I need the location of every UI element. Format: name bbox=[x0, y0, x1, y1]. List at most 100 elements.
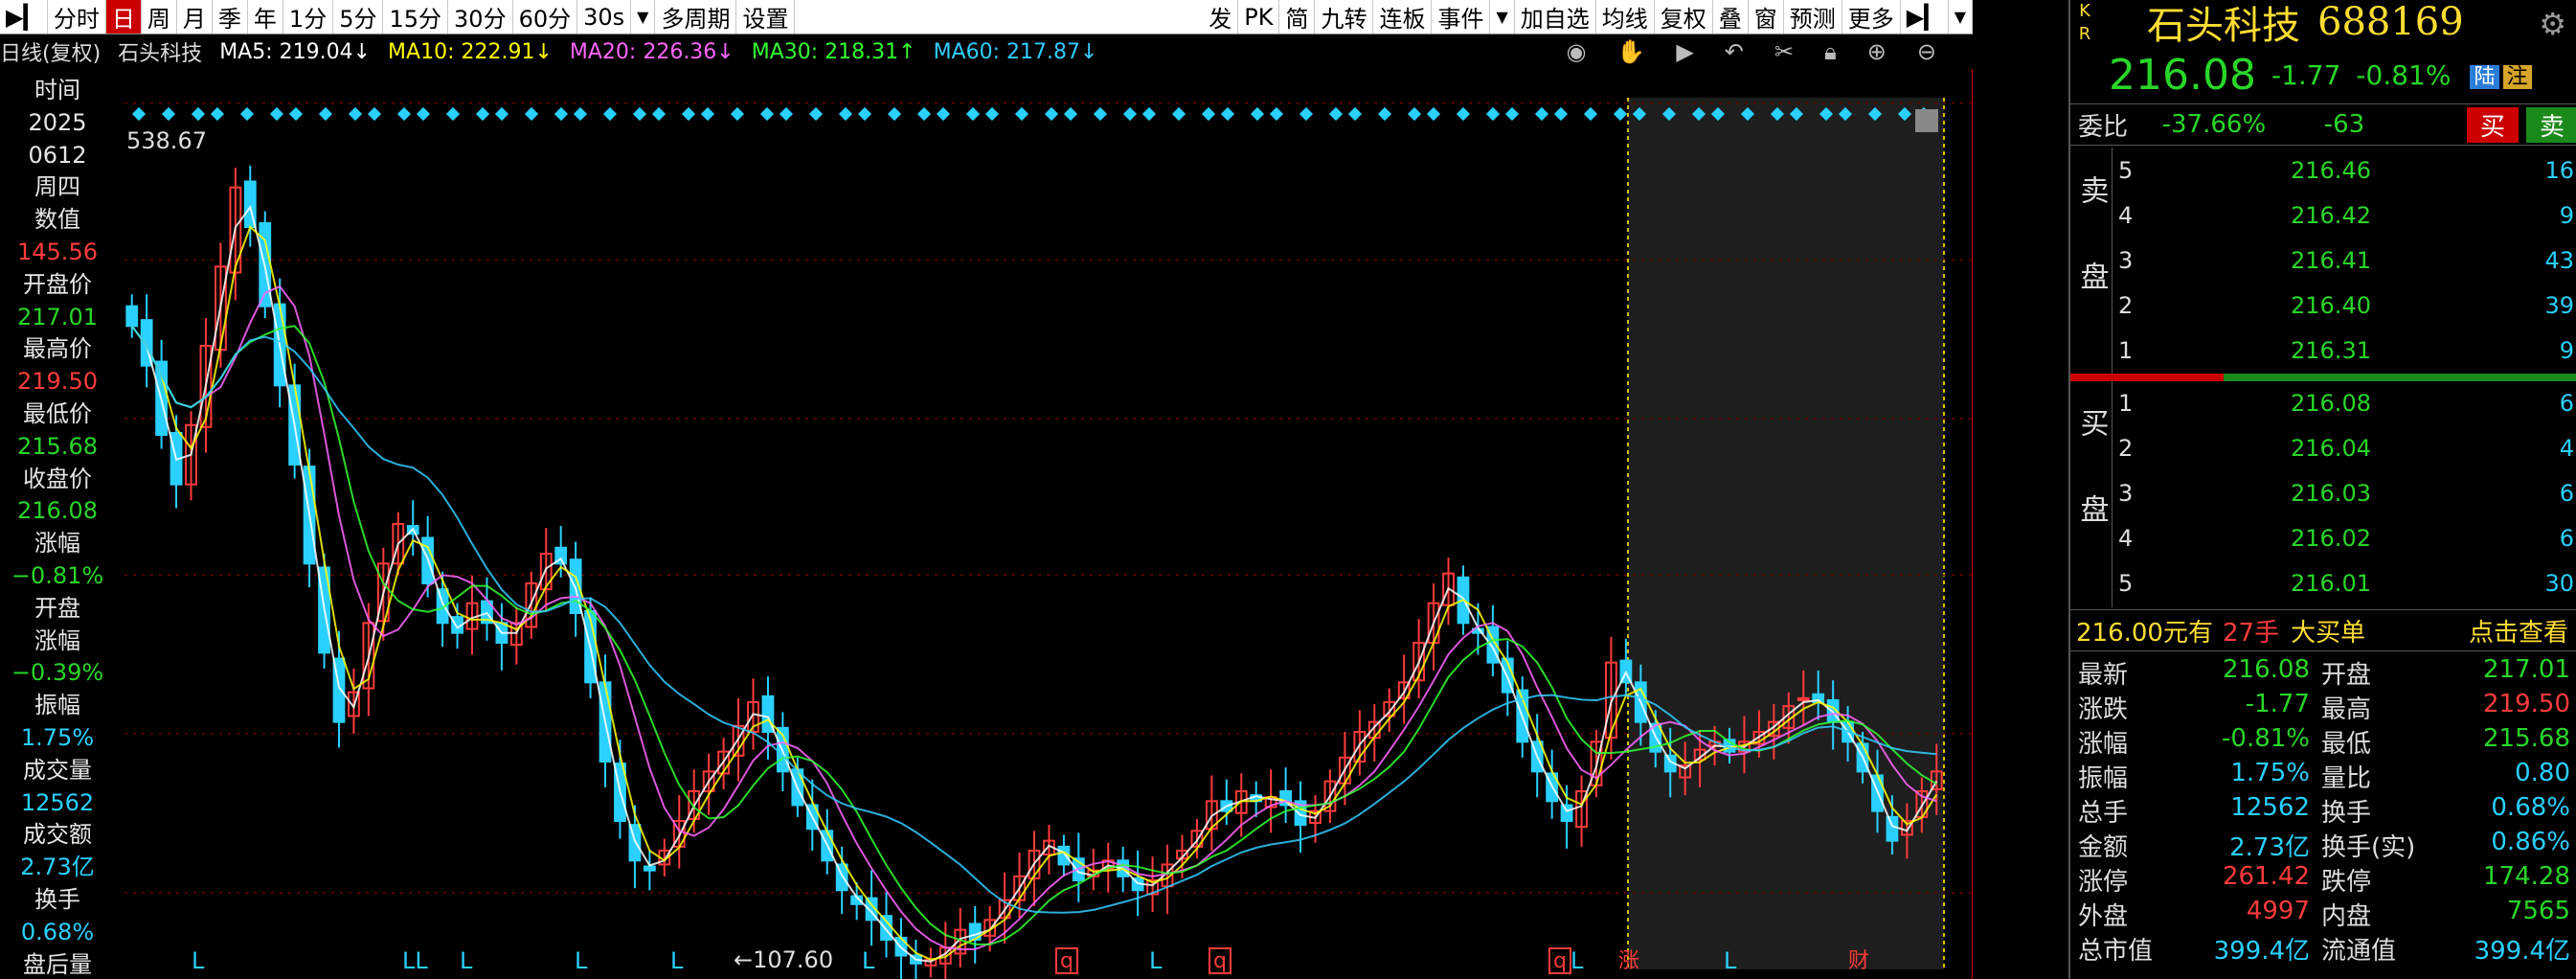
data-panel-row: 217.01 bbox=[17, 303, 98, 330]
sell-button[interactable]: 卖 bbox=[2525, 106, 2576, 143]
toolbar-button[interactable]: 加自选 bbox=[1515, 0, 1596, 34]
toolbar-button[interactable]: 连板 bbox=[1373, 0, 1433, 34]
asks-level[interactable]: 3 216.41 43 bbox=[2118, 238, 2574, 283]
period-tab[interactable]: 5分 bbox=[333, 0, 384, 34]
toolbar-button[interactable]: 预测 bbox=[1784, 0, 1842, 34]
hand-icon[interactable]: ✋ bbox=[1616, 38, 1645, 65]
bids-level[interactable]: 4 216.02 6 bbox=[2118, 515, 2574, 560]
period-tab[interactable]: 分时 bbox=[48, 0, 106, 34]
buy-button[interactable]: 买 bbox=[2466, 106, 2519, 143]
event-q-marker: q bbox=[1553, 949, 1567, 973]
period-tab[interactable]: 年 bbox=[248, 0, 283, 34]
toolbar-button[interactable]: 事件 bbox=[1432, 0, 1491, 34]
stat-v1: -0.81% bbox=[2222, 724, 2310, 753]
lock-icon[interactable]: 🔒︎ bbox=[1824, 38, 1837, 65]
chevron-down-icon[interactable]: ▼ bbox=[1490, 0, 1515, 34]
asks-level-volume: 39 bbox=[2544, 292, 2574, 319]
data-panel-row: 215.68 bbox=[17, 432, 98, 460]
chevron-down-icon[interactable]: ▼ bbox=[631, 0, 656, 34]
signal-marker bbox=[210, 106, 225, 122]
asks-level[interactable]: 2 216.40 39 bbox=[2118, 283, 2574, 328]
bids-level[interactable]: 3 216.03 6 bbox=[2118, 470, 2574, 515]
toolbar-dropdown-icon[interactable]: ▼ bbox=[1949, 0, 1973, 34]
weibi-row: 委比 -37.66% -63 买 卖 bbox=[2070, 103, 2576, 146]
data-panel-row: 0612 bbox=[28, 141, 87, 169]
data-panel-row: 2025 bbox=[28, 108, 87, 136]
stock-label: 石头科技 bbox=[118, 42, 203, 66]
period-tab[interactable]: 60分 bbox=[513, 0, 578, 34]
bids-level[interactable]: 2 216.04 4 bbox=[2118, 425, 2574, 470]
stat-l1: 总市值 bbox=[2078, 937, 2154, 966]
toolbar-button[interactable]: 发 bbox=[1203, 0, 1239, 34]
toolbar-button[interactable]: 复权 bbox=[1655, 0, 1713, 34]
period-tab[interactable]: 月 bbox=[177, 0, 213, 34]
signal-marker bbox=[1407, 106, 1422, 122]
eye-icon[interactable]: ◉ bbox=[1566, 38, 1586, 65]
candle-body bbox=[880, 915, 893, 942]
signal-marker bbox=[730, 106, 745, 122]
toolbar-nav-icon[interactable]: ▶▎ bbox=[0, 0, 48, 34]
stat-v1: 216.08 bbox=[2223, 655, 2310, 684]
toolbar-button[interactable]: PK bbox=[1238, 0, 1280, 34]
signal-marker bbox=[602, 106, 618, 122]
event-L-marker: L bbox=[1724, 947, 1737, 974]
signal-marker bbox=[191, 106, 206, 122]
bids-level-index: 1 bbox=[2118, 390, 2134, 417]
data-panel-row: 涨幅 bbox=[34, 626, 80, 654]
chart-tools: ◉ ✋ ▶ ↶ ✂ 🔒︎ ⊕ ⊖ bbox=[1566, 34, 1954, 69]
event-L-marker: L bbox=[192, 947, 205, 974]
data-panel-row: 收盘价 bbox=[23, 465, 92, 492]
toolbar-button[interactable]: 九转 bbox=[1315, 0, 1374, 34]
period-tab[interactable]: 30s bbox=[577, 0, 632, 34]
badge-lu[interactable]: 陆 bbox=[2470, 65, 2499, 89]
bids-level-price: 216.08 bbox=[2291, 390, 2371, 417]
kline-svg[interactable]: 562.61483.46403.30324.15243.99163.82538.… bbox=[0, 69, 1973, 979]
data-panel-row: 成交量 bbox=[23, 756, 92, 784]
signal-marker bbox=[1171, 106, 1186, 122]
stat-v2: 217.01 bbox=[2483, 655, 2570, 684]
asks-level-price: 216.42 bbox=[2291, 202, 2371, 229]
period-tab[interactable]: 周 bbox=[142, 0, 177, 34]
toolbar-button[interactable]: 更多 bbox=[1842, 0, 1901, 34]
zoom-in-icon[interactable]: ⊕ bbox=[1867, 38, 1887, 65]
big-order-link[interactable]: 点击查看 bbox=[2469, 613, 2568, 649]
crosshair-data-panel: 时间 2025 0612 周四 数值 145.56 开盘价 217.01 最高价 219.50 最低… bbox=[0, 75, 115, 979]
period-tab[interactable]: 日 bbox=[105, 0, 142, 34]
period-tab[interactable]: 多周期 bbox=[655, 0, 737, 34]
data-panel-row: 2.73亿 bbox=[20, 854, 95, 881]
signal-marker bbox=[445, 106, 461, 122]
zoom-out-icon[interactable]: ⊖ bbox=[1917, 38, 1936, 65]
play-icon[interactable]: ▶ bbox=[1676, 38, 1693, 65]
stat-v1: 4997 bbox=[2246, 897, 2310, 925]
stat-v2: 219.50 bbox=[2483, 690, 2570, 718]
signal-marker bbox=[1201, 106, 1216, 122]
stat-row: 外盘 4997 内盘 7565 bbox=[2070, 893, 2576, 931]
asks-level[interactable]: 4 216.42 9 bbox=[2118, 193, 2574, 238]
asks-level[interactable]: 5 216.46 16 bbox=[2118, 148, 2574, 193]
toolbar-button[interactable]: 窗 bbox=[1749, 0, 1784, 34]
stat-v2: 215.68 bbox=[2483, 724, 2570, 753]
toolbar-button[interactable]: 均线 bbox=[1596, 0, 1655, 34]
toolbar-button[interactable]: 叠 bbox=[1713, 0, 1749, 34]
badge-zhu[interactable]: 注 bbox=[2502, 65, 2532, 89]
bids-level[interactable]: 5 216.01 30 bbox=[2118, 560, 2574, 605]
scissors-icon[interactable]: ✂ bbox=[1774, 38, 1794, 65]
period-tab[interactable]: 季 bbox=[213, 0, 248, 34]
signal-marker bbox=[494, 106, 509, 122]
asks-level-volume: 43 bbox=[2544, 247, 2574, 274]
period-tab[interactable]: 1分 bbox=[283, 0, 334, 34]
period-tab[interactable]: 设置 bbox=[736, 0, 796, 34]
toolbar-next-icon[interactable]: ▶▎ bbox=[1901, 0, 1949, 34]
signal-marker bbox=[1044, 106, 1059, 122]
stat-row: 涨停 261.42 跌停 174.28 bbox=[2070, 858, 2576, 897]
period-tab[interactable]: 30分 bbox=[448, 0, 513, 34]
kline-chart-area[interactable]: 日线(复权) 石头科技 MA5: 219.04↓ MA10: 222.91↓ M… bbox=[0, 34, 1973, 979]
period-tab[interactable]: 15分 bbox=[383, 0, 449, 34]
gear-icon[interactable]: ⚙ bbox=[2539, 6, 2566, 42]
asks-level[interactable]: 1 216.31 9 bbox=[2118, 328, 2574, 373]
toolbar-button[interactable]: 简 bbox=[1279, 0, 1316, 34]
signal-marker bbox=[838, 106, 853, 122]
bids-level[interactable]: 1 216.08 6 bbox=[2118, 380, 2574, 425]
undo-icon[interactable]: ↶ bbox=[1725, 38, 1744, 65]
high-annotation: 538.67 bbox=[126, 127, 207, 154]
